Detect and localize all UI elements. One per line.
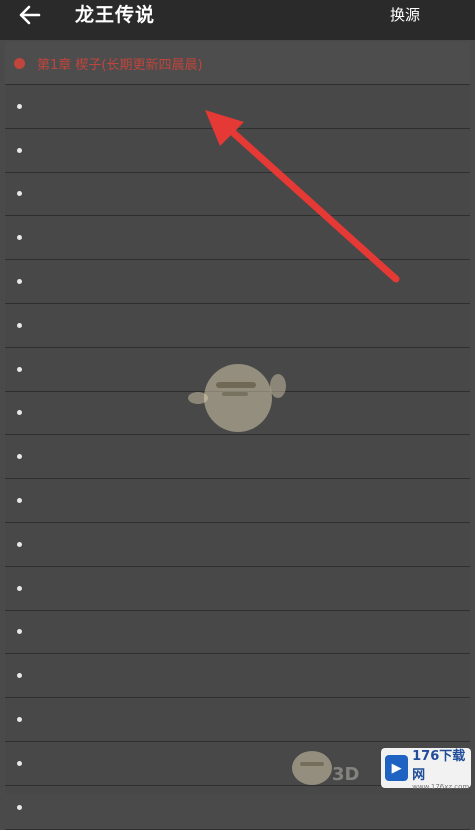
bullet-icon [17,629,22,635]
chapter-item[interactable] [5,173,470,217]
change-source-button[interactable]: 换源 [390,0,420,30]
chapter-list: 第1章 楔子(长期更新四晨晨) [5,42,470,830]
watermark-3d-text: 3D [332,764,360,785]
bullet-icon [17,191,22,197]
chapter-item[interactable] [5,305,470,348]
chapter-item[interactable] [5,655,470,699]
logo-icon: ▶ [385,755,409,781]
chapter-item[interactable] [5,130,470,173]
bullet-icon [17,498,22,503]
chapter-item[interactable] [5,568,470,611]
bullet-icon [17,673,22,679]
bullet-icon [17,103,22,109]
chapter-item[interactable] [5,392,470,436]
chapter-title: 第1章 楔子(长期更新四晨晨) [37,58,203,73]
chapter-item[interactable] [5,436,470,480]
chapter-item[interactable] [5,611,470,655]
bullet-icon [17,760,22,766]
bullet-icon [17,717,22,722]
app-header: 龙王传说 换源 [0,0,475,40]
bullet-icon [17,541,22,547]
bullet-icon [17,279,22,284]
bullet-icon [17,804,22,810]
chapter-item[interactable] [5,261,470,304]
chapter-item[interactable] [5,217,470,261]
bullet-icon [17,322,22,328]
bullet-icon [17,235,22,241]
current-chapter-icon [14,58,25,69]
chapter-item[interactable] [5,524,470,567]
bullet-icon [17,366,22,372]
page-title: 龙王传说 [75,4,156,26]
chapter-item[interactable] [5,86,470,129]
bullet-icon [17,147,22,153]
bullet-icon [17,454,22,460]
logo-name: 176下载网 [412,749,466,783]
chapter-item[interactable] [5,699,470,742]
logo-url: www.176xz.com [412,783,470,791]
site-logo-watermark: ▶ 176下载网 www.176xz.com [381,748,471,791]
bullet-icon [17,410,22,416]
bullet-icon [17,585,22,591]
chapter-item[interactable] [5,349,470,392]
back-button[interactable] [12,0,48,30]
chapter-item[interactable] [5,787,470,830]
chapter-item[interactable] [5,480,470,523]
chapter-item-current[interactable]: 第1章 楔子(长期更新四晨晨) [5,42,470,85]
back-arrow-icon [19,5,41,25]
